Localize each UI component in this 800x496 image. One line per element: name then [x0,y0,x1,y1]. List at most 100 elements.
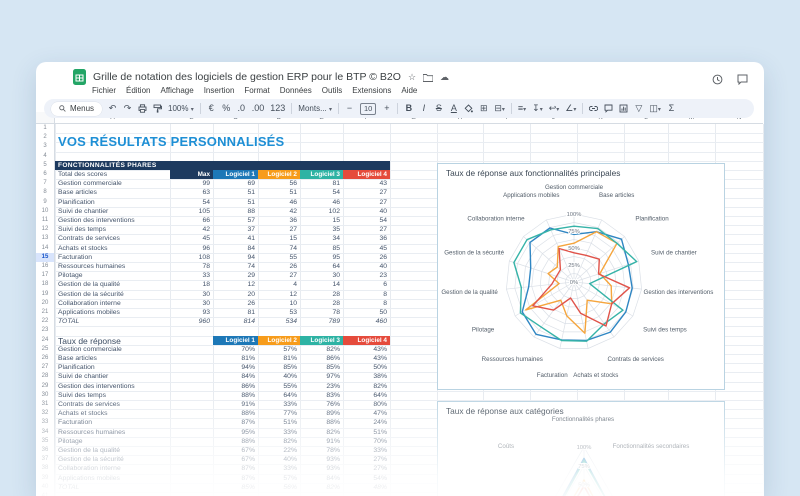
score-value[interactable]: 26 [258,262,300,271]
taux-value[interactable]: 23% [300,382,343,391]
row-header-20[interactable]: 20 [36,298,55,308]
taux-value[interactable]: 87% [213,474,258,483]
score-value[interactable]: 51 [213,188,258,197]
strikethrough-button[interactable]: S [434,104,443,113]
taux-row-label[interactable]: Suivi des temps [55,391,170,400]
taux-row-label[interactable]: Applications mobiles [55,474,170,483]
menu-donnees[interactable]: Données [280,86,312,95]
score-value[interactable]: 81 [300,179,343,188]
score-value[interactable]: 88 [213,207,258,216]
row-header-32[interactable]: 32 [36,409,55,419]
create-filter-button[interactable]: ▽ [634,104,643,113]
taux-value[interactable]: 89% [300,409,343,418]
score-value[interactable]: 63 [170,188,213,197]
taux-value[interactable]: 55% [258,382,300,391]
score-value[interactable]: 64 [300,262,343,271]
score-value[interactable]: 40 [343,207,390,216]
taux-row-label[interactable]: Gestion des interventions [55,382,170,391]
row-header-40[interactable]: 40 [36,482,55,492]
score-value[interactable]: 20 [213,290,258,299]
taux-value[interactable]: 67% [213,446,258,455]
taux-value[interactable]: 88% [213,391,258,400]
header-logiciel-1[interactable]: Logiciel 1 [213,335,258,345]
taux-row-label[interactable]: Achats et stocks [55,409,170,418]
row-header-8[interactable]: 8 [36,188,55,198]
menu-aide[interactable]: Aide [401,86,417,95]
score-row-label[interactable]: Pilotage [55,271,170,280]
row-header-7[interactable]: 7 [36,179,55,189]
score-value[interactable]: 93 [170,308,213,317]
score-value[interactable]: 45 [170,234,213,243]
taux-value[interactable]: 82% [300,428,343,437]
taux-value[interactable]: 87% [213,464,258,473]
redo-button[interactable]: ↷ [123,104,132,113]
format-currency-button[interactable]: € [207,104,216,113]
taux-value[interactable]: 91% [213,400,258,409]
increase-font-size-button[interactable]: + [382,104,391,113]
taux-value[interactable]: 64% [258,391,300,400]
row-header-10[interactable]: 10 [36,206,55,216]
borders-button[interactable]: ⊞ [479,104,488,113]
score-value[interactable]: 53 [258,308,300,317]
score-row-label[interactable]: Base articles [55,188,170,197]
header-logiciel-2[interactable]: Logiciel 2 [258,170,300,180]
score-value[interactable]: 85 [300,244,343,253]
row-header-14[interactable]: 14 [36,243,55,253]
score-value[interactable]: 8 [343,299,390,308]
taux-value[interactable]: 88% [213,409,258,418]
score-value[interactable]: 108 [170,253,213,262]
score-value[interactable]: 27 [258,271,300,280]
format-percent-button[interactable]: % [222,104,231,113]
taux-value[interactable]: 82% [343,382,390,391]
header-logiciel-2[interactable]: Logiciel 2 [258,335,300,345]
functions-button[interactable]: Σ [667,104,676,113]
score-value[interactable]: 105 [170,207,213,216]
score-value[interactable]: 54 [343,216,390,225]
score-row-label[interactable]: Gestion commerciale [55,179,170,188]
merge-cells-button[interactable]: ⊟▾ [494,104,505,114]
taux-value[interactable]: 93% [300,464,343,473]
taux-value[interactable]: 27% [343,455,390,464]
score-value[interactable]: 29 [213,271,258,280]
taux-total-value[interactable]: 56% [258,483,300,492]
score-value[interactable]: 6 [343,280,390,289]
row-header-4[interactable]: 4 [36,151,55,161]
star-icon[interactable]: ☆ [408,72,416,82]
row-header-21[interactable]: 21 [36,308,55,318]
taux-total-value[interactable]: 85% [213,483,258,492]
score-value[interactable]: 45 [343,244,390,253]
taux-value[interactable]: 33% [258,464,300,473]
taux-value[interactable]: 78% [300,446,343,455]
row-header-30[interactable]: 30 [36,390,55,400]
taux-value[interactable]: 81% [258,354,300,363]
row-header-2[interactable]: 2 [36,133,55,143]
score-row-label[interactable]: Gestion de la qualité [55,280,170,289]
score-value[interactable]: 33 [170,271,213,280]
text-wrap-button[interactable]: ↩▾ [549,104,560,114]
insert-comment-button[interactable] [604,104,613,113]
row-header-6[interactable]: 6 [36,170,55,180]
row-header-5[interactable]: 5 [36,160,55,170]
sheets-logo-icon[interactable] [73,69,86,85]
taux-value[interactable]: 40% [258,372,300,381]
taux-value[interactable]: 33% [343,446,390,455]
document-title[interactable]: Grille de notation des logiciels de gest… [93,71,401,83]
table-views-button[interactable]: ◫▾ [649,104,661,114]
taux-value[interactable]: 43% [343,354,390,363]
row-header-33[interactable]: 33 [36,418,55,428]
taux-value[interactable]: 77% [258,409,300,418]
score-value[interactable]: 46 [300,198,343,207]
menu-fichier[interactable]: Fichier [92,86,116,95]
taux-value[interactable]: 86% [213,382,258,391]
score-value[interactable]: 12 [258,290,300,299]
score-value[interactable]: 51 [213,198,258,207]
taux-row-label[interactable]: Collaboration interne [55,464,170,473]
score-row-label[interactable]: Collaboration interne [55,299,170,308]
cloud-status-icon[interactable]: ☁ [440,72,449,82]
taux-value[interactable]: 88% [300,418,343,427]
move-folder-icon[interactable] [423,73,434,82]
taux-total-value[interactable]: 82% [300,483,343,492]
score-value[interactable]: 94 [213,253,258,262]
score-row-label[interactable]: Gestion de la sécurité [55,290,170,299]
taux-row-label[interactable]: Gestion commerciale [55,345,170,354]
